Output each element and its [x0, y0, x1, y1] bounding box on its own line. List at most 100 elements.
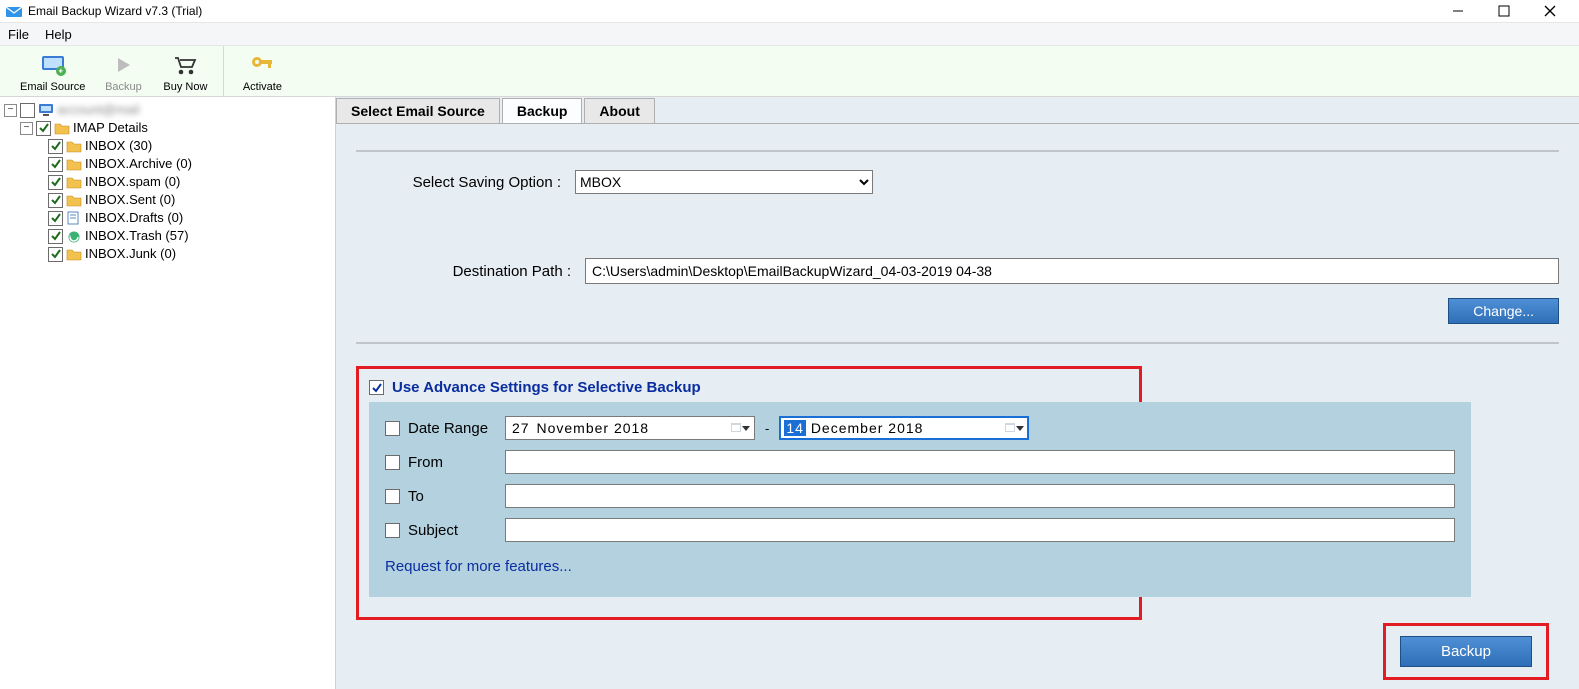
advanced-settings-panel: Date Range 27 November 2018 - 14	[369, 402, 1471, 597]
tree-label: INBOX.spam (0)	[85, 173, 180, 191]
collapse-icon[interactable]: −	[4, 104, 17, 117]
folder-icon	[66, 193, 82, 207]
toolbar-backup-button[interactable]: Backup	[99, 43, 147, 96]
saving-option-label: Select Saving Option :	[386, 174, 575, 191]
tab-backup[interactable]: Backup	[502, 98, 583, 123]
tab-about[interactable]: About	[584, 98, 654, 123]
request-features-link[interactable]: Request for more features...	[385, 558, 572, 575]
saving-option-select[interactable]: MBOX	[575, 170, 873, 194]
window-title: Email Backup Wizard v7.3 (Trial)	[28, 4, 202, 18]
folder-icon	[66, 175, 82, 189]
tree-root[interactable]: − account@mail	[0, 101, 335, 119]
toolbar-label: Backup	[105, 81, 142, 93]
collapse-icon[interactable]: −	[20, 122, 33, 135]
change-button[interactable]: Change...	[1448, 298, 1559, 324]
backup-button-highlight: Backup	[1383, 623, 1549, 680]
folder-icon	[66, 247, 82, 261]
tab-select-email-source[interactable]: Select Email Source	[336, 98, 500, 123]
calendar-dropdown-icon[interactable]	[731, 423, 750, 433]
tree-item[interactable]: INBOX.Sent (0)	[0, 191, 335, 209]
folder-tree[interactable]: − account@mail − IMAP Details INBOX (30)	[0, 97, 336, 689]
toolbar-buy-now-button[interactable]: Buy Now	[161, 43, 209, 96]
date-from-rest: November 2018	[536, 420, 649, 436]
tree-label: INBOX.Trash (57)	[85, 227, 189, 245]
advanced-settings-label: Use Advance Settings for Selective Backu…	[392, 379, 701, 396]
destination-path-input[interactable]	[585, 258, 1559, 284]
date-to-picker[interactable]: 14 December 2018	[779, 416, 1029, 440]
maximize-button[interactable]	[1481, 0, 1527, 22]
tab-strip: Select Email Source Backup About	[336, 97, 1579, 123]
destination-path-label: Destination Path :	[416, 263, 585, 280]
advanced-settings-highlight: Use Advance Settings for Selective Backu…	[356, 366, 1142, 620]
from-label: From	[408, 454, 443, 471]
checkbox[interactable]	[48, 211, 63, 226]
backup-button[interactable]: Backup	[1400, 636, 1532, 667]
checkbox[interactable]	[48, 157, 63, 172]
play-icon	[112, 54, 134, 79]
folder-icon	[66, 139, 82, 153]
to-label: To	[408, 488, 424, 505]
advanced-settings-toggle[interactable]: Use Advance Settings for Selective Backu…	[369, 379, 1129, 396]
tree-label: INBOX.Drafts (0)	[85, 209, 183, 227]
date-to-day: 14	[784, 420, 806, 436]
tree-item[interactable]: INBOX.Drafts (0)	[0, 209, 335, 227]
date-range-checkbox[interactable]	[385, 421, 400, 436]
tree-item[interactable]: INBOX.Trash (57)	[0, 227, 335, 245]
calendar-dropdown-icon[interactable]	[1005, 423, 1024, 433]
subject-input[interactable]	[505, 518, 1455, 542]
toolbar-label: Email Source	[20, 81, 85, 93]
svg-text:+: +	[58, 66, 63, 76]
tree-label: IMAP Details	[73, 119, 148, 137]
date-from-picker[interactable]: 27 November 2018	[505, 416, 755, 440]
menu-bar: File Help	[0, 22, 1579, 46]
checkbox[interactable]	[20, 103, 35, 118]
subject-checkbox[interactable]	[385, 523, 400, 538]
checkbox[interactable]	[369, 380, 384, 395]
tree-label: INBOX.Junk (0)	[85, 245, 176, 263]
checkbox[interactable]	[48, 247, 63, 262]
date-separator: -	[765, 421, 769, 436]
app-icon	[6, 5, 22, 17]
key-icon	[249, 54, 275, 79]
main-panel: Select Email Source Backup About Select …	[336, 97, 1579, 689]
toolbar-label: Buy Now	[163, 81, 207, 93]
close-button[interactable]	[1527, 0, 1573, 22]
to-checkbox[interactable]	[385, 489, 400, 504]
tree-item[interactable]: INBOX.Archive (0)	[0, 155, 335, 173]
minimize-button[interactable]	[1435, 0, 1481, 22]
menu-help[interactable]: Help	[45, 27, 72, 42]
tree-item[interactable]: INBOX (30)	[0, 137, 335, 155]
trash-icon	[66, 229, 82, 243]
folder-icon	[66, 157, 82, 171]
checkbox[interactable]	[48, 139, 63, 154]
toolbar-email-source-button[interactable]: + Email Source	[20, 43, 85, 96]
backup-tab-panel: Select Saving Option : MBOX Destination …	[336, 123, 1579, 640]
computer-icon: +	[40, 54, 66, 79]
date-range-label: Date Range	[408, 420, 488, 437]
cart-icon	[172, 54, 198, 79]
checkbox[interactable]	[36, 121, 51, 136]
tree-root-label: account@mail	[57, 101, 140, 119]
date-from-day: 27	[510, 420, 532, 436]
from-input[interactable]	[505, 450, 1455, 474]
tree-item[interactable]: INBOX.spam (0)	[0, 173, 335, 191]
checkbox[interactable]	[48, 229, 63, 244]
to-input[interactable]	[505, 484, 1455, 508]
tree-item-imap[interactable]: − IMAP Details	[0, 119, 335, 137]
toolbar-activate-button[interactable]: Activate	[238, 43, 286, 96]
drafts-icon	[66, 211, 82, 225]
toolbar-label: Activate	[243, 81, 282, 93]
tree-item[interactable]: INBOX.Junk (0)	[0, 245, 335, 263]
from-checkbox[interactable]	[385, 455, 400, 470]
computer-icon	[38, 103, 54, 117]
tree-label: INBOX (30)	[85, 137, 152, 155]
menu-file[interactable]: File	[8, 27, 29, 42]
title-bar: Email Backup Wizard v7.3 (Trial)	[0, 0, 1579, 22]
toolbar: + Email Source Backup Buy Now Activate	[0, 46, 1579, 97]
subject-label: Subject	[408, 522, 458, 539]
checkbox[interactable]	[48, 175, 63, 190]
checkbox[interactable]	[48, 193, 63, 208]
folder-icon	[54, 121, 70, 135]
date-to-rest: December 2018	[811, 420, 924, 436]
tree-label: INBOX.Sent (0)	[85, 191, 175, 209]
